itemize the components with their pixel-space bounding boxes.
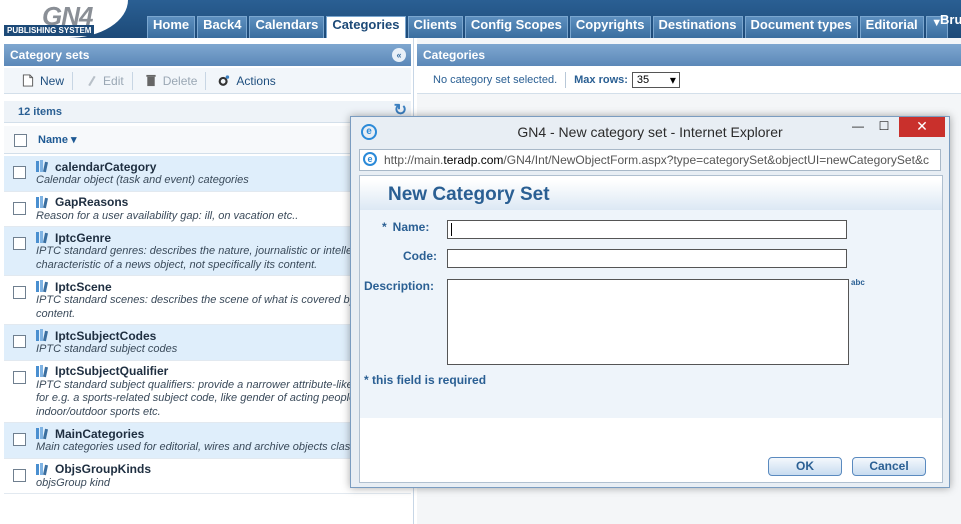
category-set-icon — [36, 329, 49, 342]
code-field[interactable] — [447, 249, 847, 268]
name-field[interactable] — [447, 220, 847, 239]
top-bar: GN4 PUBLISHING SYSTEM Home Back4 Calenda… — [0, 0, 961, 38]
tab-config-scopes[interactable]: Config Scopes — [464, 16, 568, 38]
name-label: * Name: — [382, 220, 429, 234]
new-category-set-dialog: e GN4 - New category set - Internet Expl… — [350, 116, 950, 488]
required-marker: * — [382, 220, 387, 234]
tab-home[interactable]: Home — [147, 16, 196, 38]
tab-clients[interactable]: Clients — [407, 16, 463, 38]
collapse-icon[interactable]: « — [392, 48, 406, 62]
select-all-checkbox[interactable] — [14, 134, 27, 147]
gear-icon — [219, 75, 230, 86]
item-name: IptcSubjectCodes — [55, 328, 157, 343]
edit-icon — [88, 75, 96, 87]
description-label: Description: — [364, 279, 435, 293]
url-domain: teradp.com — [443, 153, 504, 167]
row-checkbox[interactable] — [13, 370, 26, 384]
row-checkbox[interactable] — [13, 335, 26, 348]
dialog-title-bar[interactable]: e GN4 - New category set - Internet Expl… — [351, 117, 949, 147]
row-checkbox[interactable] — [13, 433, 26, 446]
tab-categories[interactable]: Categories — [326, 16, 406, 38]
tab-editorial[interactable]: Editorial — [859, 16, 924, 38]
address-bar[interactable]: e http://main.teradp.com/GN4/Int/NewObjec… — [359, 149, 941, 171]
main-tabs: Home Back4 Calendars Categories Clients … — [147, 16, 948, 38]
item-name: IptcSubjectQualifier — [55, 364, 169, 378]
item-count: 12 items — [18, 106, 63, 118]
code-label: Code: — [403, 249, 437, 263]
category-set-icon — [36, 231, 49, 244]
dialog-body: New Category Set * Name: Code: Descriptio… — [359, 175, 943, 483]
item-name: GapReasons — [55, 195, 129, 209]
description-field[interactable] — [447, 279, 849, 365]
logo-subtitle: PUBLISHING SYSTEM — [4, 25, 95, 36]
user-name[interactable]: Bru — [940, 12, 961, 27]
toolbar-divider — [565, 71, 567, 88]
category-set-icon — [36, 427, 49, 440]
edit-label: Edit — [103, 73, 124, 88]
required-note: * this field is required — [364, 373, 487, 387]
url-prefix: http://main. — [384, 153, 444, 167]
row-checkbox[interactable] — [13, 166, 26, 179]
new-document-icon — [22, 74, 34, 87]
actions-label: Actions — [236, 73, 276, 88]
new-button[interactable]: New — [14, 71, 74, 90]
selection-status: No category set selected. — [433, 73, 558, 86]
item-name: MainCategories — [55, 426, 145, 441]
item-name: IptcGenre — [55, 230, 112, 245]
address-ie-icon: e — [363, 152, 377, 166]
spellcheck-icon[interactable]: abc — [851, 278, 865, 287]
form-heading: New Category Set — [360, 180, 942, 210]
item-name: IptcScene — [55, 279, 112, 294]
edit-button[interactable]: Edit — [77, 71, 133, 90]
gn4-logo[interactable]: GN4 PUBLISHING SYSTEM — [0, 0, 128, 38]
max-rows-label: Max rows: — [574, 73, 628, 86]
tab-calendars[interactable]: Calendars — [249, 16, 325, 38]
category-set-icon — [36, 364, 49, 377]
category-set-icon — [36, 280, 49, 293]
cancel-button[interactable]: Cancel — [852, 457, 926, 476]
row-checkbox[interactable] — [13, 468, 26, 482]
category-set-form: * Name: Code: Description: abc * this fie… — [360, 210, 942, 418]
new-label: New — [40, 73, 65, 88]
tab-destinations[interactable]: Destinations — [652, 16, 743, 38]
trash-icon — [146, 74, 156, 87]
row-checkbox[interactable] — [13, 237, 26, 250]
list-toolbar: New Edit Delete Actions — [4, 68, 411, 94]
categories-header: Categories — [417, 44, 961, 66]
max-rows-select[interactable]: 35 — [631, 71, 680, 88]
category-set-icon — [36, 195, 49, 208]
category-set-icon — [36, 160, 49, 173]
delete-button[interactable]: Delete — [137, 71, 207, 90]
maximize-icon[interactable]: ☐ — [871, 117, 897, 137]
close-icon[interactable]: ✕ — [899, 117, 945, 137]
tab-back4[interactable]: Back4 — [197, 16, 248, 38]
row-checkbox[interactable] — [13, 286, 26, 299]
dialog-footer: OK Cancel — [360, 452, 942, 482]
delete-label: Delete — [162, 73, 198, 88]
url-path: /GN4/Int/NewObjectForm.aspx?type=categor… — [503, 153, 929, 167]
name-label-text: Name: — [392, 220, 430, 234]
category-set-icon — [36, 462, 49, 475]
name-column-header[interactable]: Name ▾ — [38, 133, 77, 146]
categories-toolbar: No category set selected. Max rows: 35 — [417, 66, 961, 94]
tab-copyrights[interactable]: Copyrights — [569, 16, 651, 38]
item-name: ObjsGroupKinds — [55, 462, 151, 476]
tab-document-types[interactable]: Document types — [744, 16, 858, 38]
actions-button[interactable]: Actions — [210, 72, 283, 90]
panel-title: Category sets — [10, 48, 90, 62]
row-checkbox[interactable] — [13, 201, 26, 215]
minimize-icon[interactable]: — — [845, 117, 871, 137]
ok-button[interactable]: OK — [768, 457, 842, 476]
panel-header: Category sets « — [4, 44, 411, 66]
item-name: calendarCategory — [55, 159, 157, 174]
